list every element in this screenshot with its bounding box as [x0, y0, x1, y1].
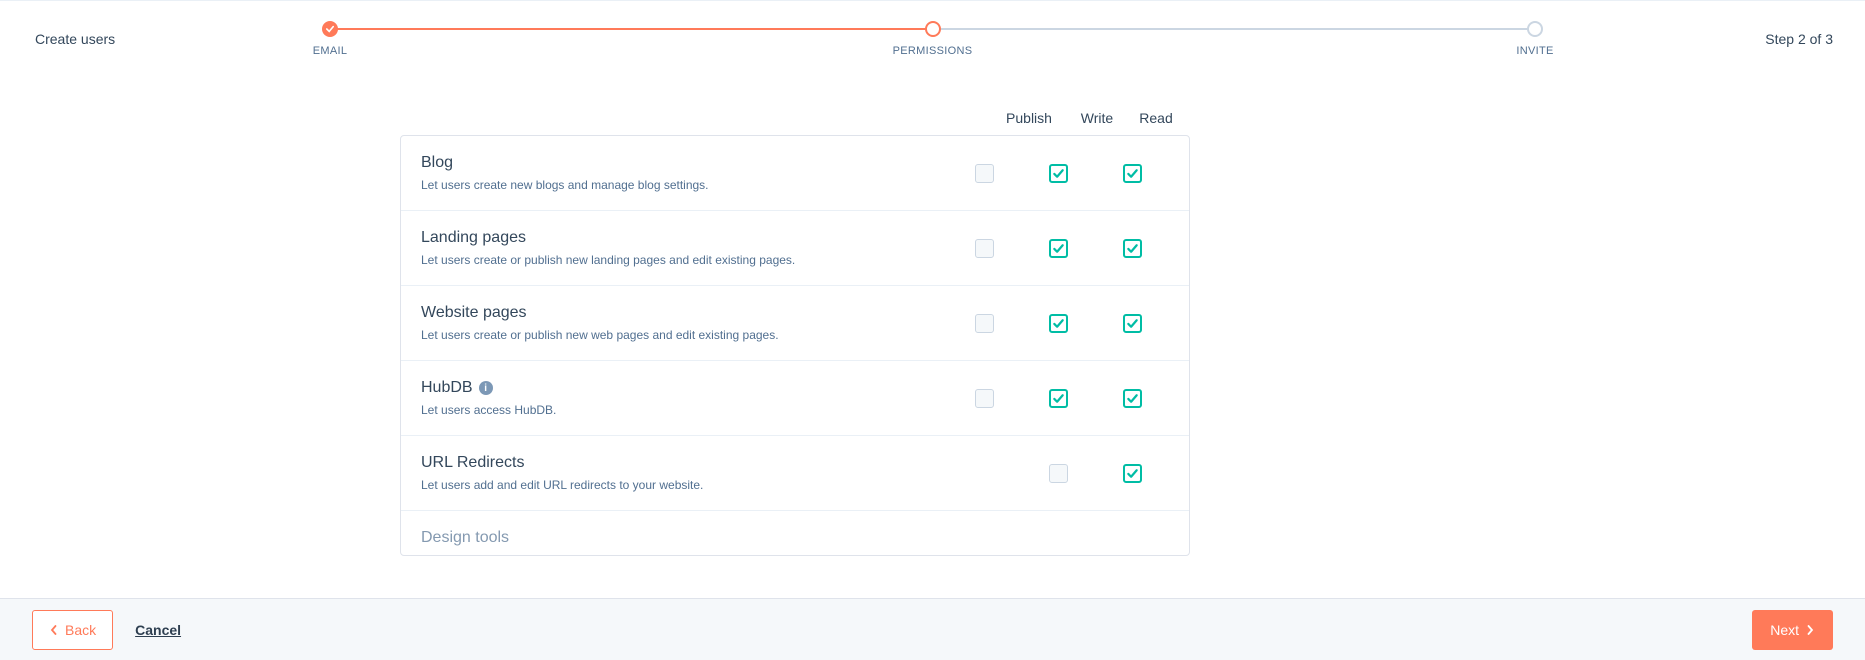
checkbox-publish[interactable]	[975, 164, 994, 183]
checkbox-read[interactable]	[1123, 464, 1142, 483]
permission-title: URL Redirects	[421, 454, 947, 472]
step-label-invite: INVITE	[1516, 45, 1553, 57]
next-button[interactable]: Next	[1752, 610, 1833, 650]
checkbox-read[interactable]	[1123, 389, 1142, 408]
chevron-right-icon	[1805, 625, 1815, 635]
check-icon	[1052, 242, 1065, 255]
permission-row: Landing pages Let users create or publish…	[401, 210, 1189, 285]
page-title: Create users	[35, 31, 115, 47]
permission-description: Let users create or publish new landing …	[421, 253, 947, 267]
column-header-publish: Publish	[994, 110, 1064, 126]
permission-row-partial: Design tools	[401, 510, 1189, 555]
cancel-link[interactable]: Cancel	[135, 622, 181, 638]
next-button-label: Next	[1770, 622, 1799, 638]
checkbox-publish[interactable]	[975, 239, 994, 258]
permission-row: Website pages Let users create or publish…	[401, 285, 1189, 360]
permission-description: Let users access HubDB.	[421, 403, 947, 417]
permission-row: URL Redirects Let users add and edit URL …	[401, 435, 1189, 510]
permissions-table: Blog Let users create new blogs and manag…	[400, 135, 1190, 556]
permission-description: Let users create or publish new web page…	[421, 328, 947, 342]
permission-description: Let users add and edit URL redirects to …	[421, 478, 947, 492]
checkbox-write[interactable]	[1049, 389, 1068, 408]
chevron-left-icon	[49, 625, 59, 635]
column-header-write: Write	[1067, 110, 1127, 126]
checkbox-write[interactable]	[1049, 464, 1068, 483]
check-icon	[1126, 467, 1139, 480]
wizard-footer: Back Cancel Next	[0, 598, 1865, 660]
column-header-read: Read	[1126, 110, 1186, 126]
step-indicator: Step 2 of 3	[1765, 31, 1833, 47]
permission-row: Blog Let users create new blogs and manag…	[401, 136, 1189, 210]
check-icon	[1052, 317, 1065, 330]
permission-title: Website pages	[421, 304, 947, 322]
back-button-label: Back	[65, 622, 96, 638]
permission-row: HubDBi Let users access HubDB.	[401, 360, 1189, 435]
checkbox-read[interactable]	[1123, 239, 1142, 258]
check-icon	[1052, 167, 1065, 180]
back-button[interactable]: Back	[32, 610, 113, 650]
step-email-dot	[322, 21, 338, 37]
step-label-permissions: PERMISSIONS	[893, 45, 973, 57]
check-icon	[1126, 242, 1139, 255]
checkbox-publish[interactable]	[975, 314, 994, 333]
check-icon	[1126, 392, 1139, 405]
step-label-email: EMAIL	[313, 45, 348, 57]
permission-description: Let users create new blogs and manage bl…	[421, 178, 947, 192]
checkbox-write[interactable]	[1049, 239, 1068, 258]
step-invite-dot	[1527, 21, 1543, 37]
check-icon	[1052, 392, 1065, 405]
permission-title: Design tools	[421, 529, 1169, 547]
permission-title: HubDBi	[421, 379, 947, 397]
info-icon[interactable]: i	[479, 381, 493, 395]
checkbox-write[interactable]	[1049, 314, 1068, 333]
checkbox-write[interactable]	[1049, 164, 1068, 183]
check-icon	[1126, 317, 1139, 330]
checkbox-read[interactable]	[1123, 164, 1142, 183]
permission-title: Landing pages	[421, 229, 947, 247]
permission-title: Blog	[421, 154, 947, 172]
checkbox-read[interactable]	[1123, 314, 1142, 333]
stepper: EMAIL PERMISSIONS INVITE	[330, 21, 1535, 61]
check-icon	[1126, 167, 1139, 180]
step-permissions-dot	[925, 21, 941, 37]
check-icon	[326, 25, 334, 33]
checkbox-publish[interactable]	[975, 389, 994, 408]
